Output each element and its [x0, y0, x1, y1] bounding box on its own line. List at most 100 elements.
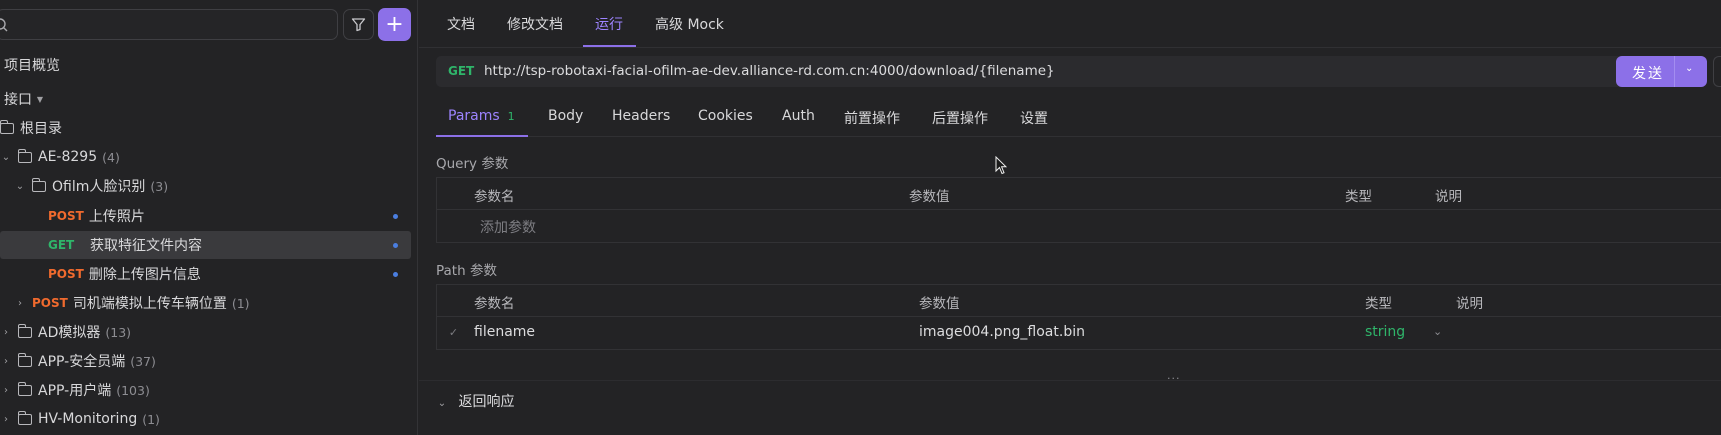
tab-body[interactable]: Body [548, 108, 583, 124]
chevron-right-icon: › [4, 413, 8, 425]
tree-label: APP-安全员端 [38, 354, 126, 370]
search-box[interactable] [0, 9, 338, 40]
tree-label: 获取特征文件内容 [90, 238, 202, 254]
overview-label: 项目概览 [4, 58, 60, 74]
overview-item[interactable]: 项目概览 [4, 51, 415, 79]
chevron-down-icon: ⌄ [437, 398, 447, 409]
method-badge: POST [32, 296, 68, 310]
tree-folder-app-safety[interactable]: › APP-安全员端 (37) [0, 347, 411, 375]
filter-icon [351, 18, 366, 32]
tree-label: 上传照片 [88, 209, 145, 225]
resize-handle[interactable]: ··· [1167, 372, 1181, 385]
tab-label: Params [448, 108, 500, 124]
tree-api-get-feature[interactable]: GET 获取特征文件内容 [0, 231, 411, 259]
tab-advanced-mock[interactable]: 高级 Mock [655, 14, 724, 34]
chevron-right-icon: › [4, 355, 8, 367]
sidebar: + 项目概览 接口 ▼ 根目录 ⌄ AE-8295 (4) ⌄ Ofilm人脸识… [0, 0, 418, 435]
col-name: 参数名 [474, 189, 515, 205]
response-label: 返回响应 [458, 394, 515, 410]
search-icon [0, 18, 8, 32]
tree-folder-ad-simulator[interactable]: › AD模拟器 (13) [0, 318, 411, 346]
col-type: 类型 [1345, 189, 1372, 205]
folder-icon [17, 148, 32, 163]
tree-folder-ae8295[interactable]: ⌄ AE-8295 (4) [0, 143, 411, 171]
folder-icon [17, 352, 32, 367]
chevron-down-icon[interactable]: ⌄ [1685, 63, 1693, 74]
folder-icon [17, 323, 32, 338]
table-row: 添加参数 [437, 210, 1721, 242]
tree-count: (13) [105, 324, 132, 340]
table-header: 参数名 参数值 类型 说明 [437, 285, 1721, 317]
tree-root[interactable]: 根目录 [0, 114, 411, 142]
send-divider [1674, 56, 1675, 87]
tab-run[interactable]: 运行 [595, 14, 623, 34]
caret-down-icon: ▼ [36, 94, 44, 104]
top-tabs: 文档 修改文档 运行 高级 Mock [419, 0, 1721, 48]
chevron-down-icon: ⌄ [1, 151, 11, 163]
tab-params[interactable]: Params 1 [448, 108, 515, 124]
tree-api-driver-position[interactable]: › POST 司机端模拟上传车辆位置 (1) [14, 289, 425, 317]
folder-icon [17, 381, 32, 396]
more-button[interactable] [1713, 56, 1721, 87]
tree-folder-ofilm[interactable]: ⌄ Ofilm人脸识别 (3) [14, 172, 425, 200]
table-row: ✓ filename image004.png_float.bin string… [437, 317, 1721, 349]
tree-folder-hv-monitoring[interactable]: › HV-Monitoring (1) [0, 405, 411, 433]
tab-headers[interactable]: Headers [612, 108, 670, 124]
chevron-right-icon: › [4, 384, 8, 396]
tree-count: (1) [231, 295, 250, 311]
params-count-badge: 1 [507, 110, 515, 123]
status-dot [393, 243, 398, 248]
url-bar[interactable]: GET http://tsp-robotaxi-facial-ofilm-ae-… [436, 56, 1626, 87]
tab-settings[interactable]: 设置 [1020, 108, 1048, 128]
tab-edit-docs[interactable]: 修改文档 [507, 14, 563, 34]
chevron-right-icon: › [4, 326, 8, 338]
tree-api-upload-photo[interactable]: POST 上传照片 [48, 202, 411, 230]
tab-docs[interactable]: 文档 [447, 14, 475, 34]
send-button[interactable]: 发送 ⌄ [1616, 56, 1707, 87]
interfaces-label: 接口 [4, 92, 32, 108]
response-section-toggle[interactable]: ⌄ 返回响应 [436, 391, 515, 411]
method-badge: GET [48, 238, 75, 252]
tree-count: (103) [116, 382, 150, 398]
tab-cookies[interactable]: Cookies [698, 108, 753, 124]
request-sub-tabs: Params 1 Body Headers Cookies Auth 前置操作 后… [436, 100, 1721, 137]
url-input[interactable]: http://tsp-robotaxi-facial-ofilm-ae-dev.… [484, 63, 1055, 79]
col-name: 参数名 [474, 296, 515, 312]
tree-label: HV-Monitoring [38, 411, 138, 427]
tree-label: 删除上传图片信息 [88, 267, 201, 283]
chevron-down-icon: ⌄ [15, 180, 25, 192]
tab-post-processors[interactable]: 后置操作 [932, 108, 988, 128]
col-desc: 说明 [1435, 189, 1462, 205]
tree-root-label: 根目录 [20, 121, 62, 137]
query-section-title: Query 参数 [436, 156, 509, 172]
add-button[interactable]: + [378, 8, 411, 41]
tab-auth[interactable]: Auth [782, 108, 815, 124]
path-section-title: Path 参数 [436, 263, 497, 279]
add-param-input[interactable]: 添加参数 [480, 217, 536, 237]
query-params-table: 参数名 参数值 类型 说明 添加参数 [436, 177, 1721, 243]
search-input[interactable] [17, 14, 327, 36]
tree-label: APP-用户端 [38, 383, 112, 399]
interfaces-header[interactable]: 接口 ▼ [4, 85, 415, 113]
param-type-select[interactable]: string [1365, 324, 1405, 340]
method-badge[interactable]: GET [448, 64, 474, 78]
folder-icon [17, 410, 32, 425]
filter-button[interactable] [343, 9, 374, 40]
tree-label: 司机端模拟上传车辆位置 [72, 296, 227, 312]
param-name[interactable]: filename [474, 324, 535, 340]
col-type: 类型 [1365, 296, 1392, 312]
tree-folder-app-user[interactable]: › APP-用户端 (103) [0, 376, 411, 404]
param-value[interactable]: image004.png_float.bin [919, 324, 1085, 340]
status-dot [393, 272, 398, 277]
chevron-down-icon[interactable]: ⌄ [1433, 325, 1442, 338]
tab-pre-processors[interactable]: 前置操作 [844, 108, 900, 128]
method-badge: POST [48, 267, 84, 281]
tree-label: AD模拟器 [38, 325, 101, 341]
path-params-table: 参数名 参数值 类型 说明 ✓ filename image004.png_fl… [436, 284, 1721, 350]
col-value: 参数值 [919, 296, 960, 312]
plus-icon: + [385, 11, 404, 37]
tree-count: (37) [130, 353, 156, 369]
col-desc: 说明 [1456, 296, 1483, 312]
tree-api-delete-image[interactable]: POST 删除上传图片信息 [48, 260, 411, 288]
check-icon[interactable]: ✓ [447, 326, 460, 339]
